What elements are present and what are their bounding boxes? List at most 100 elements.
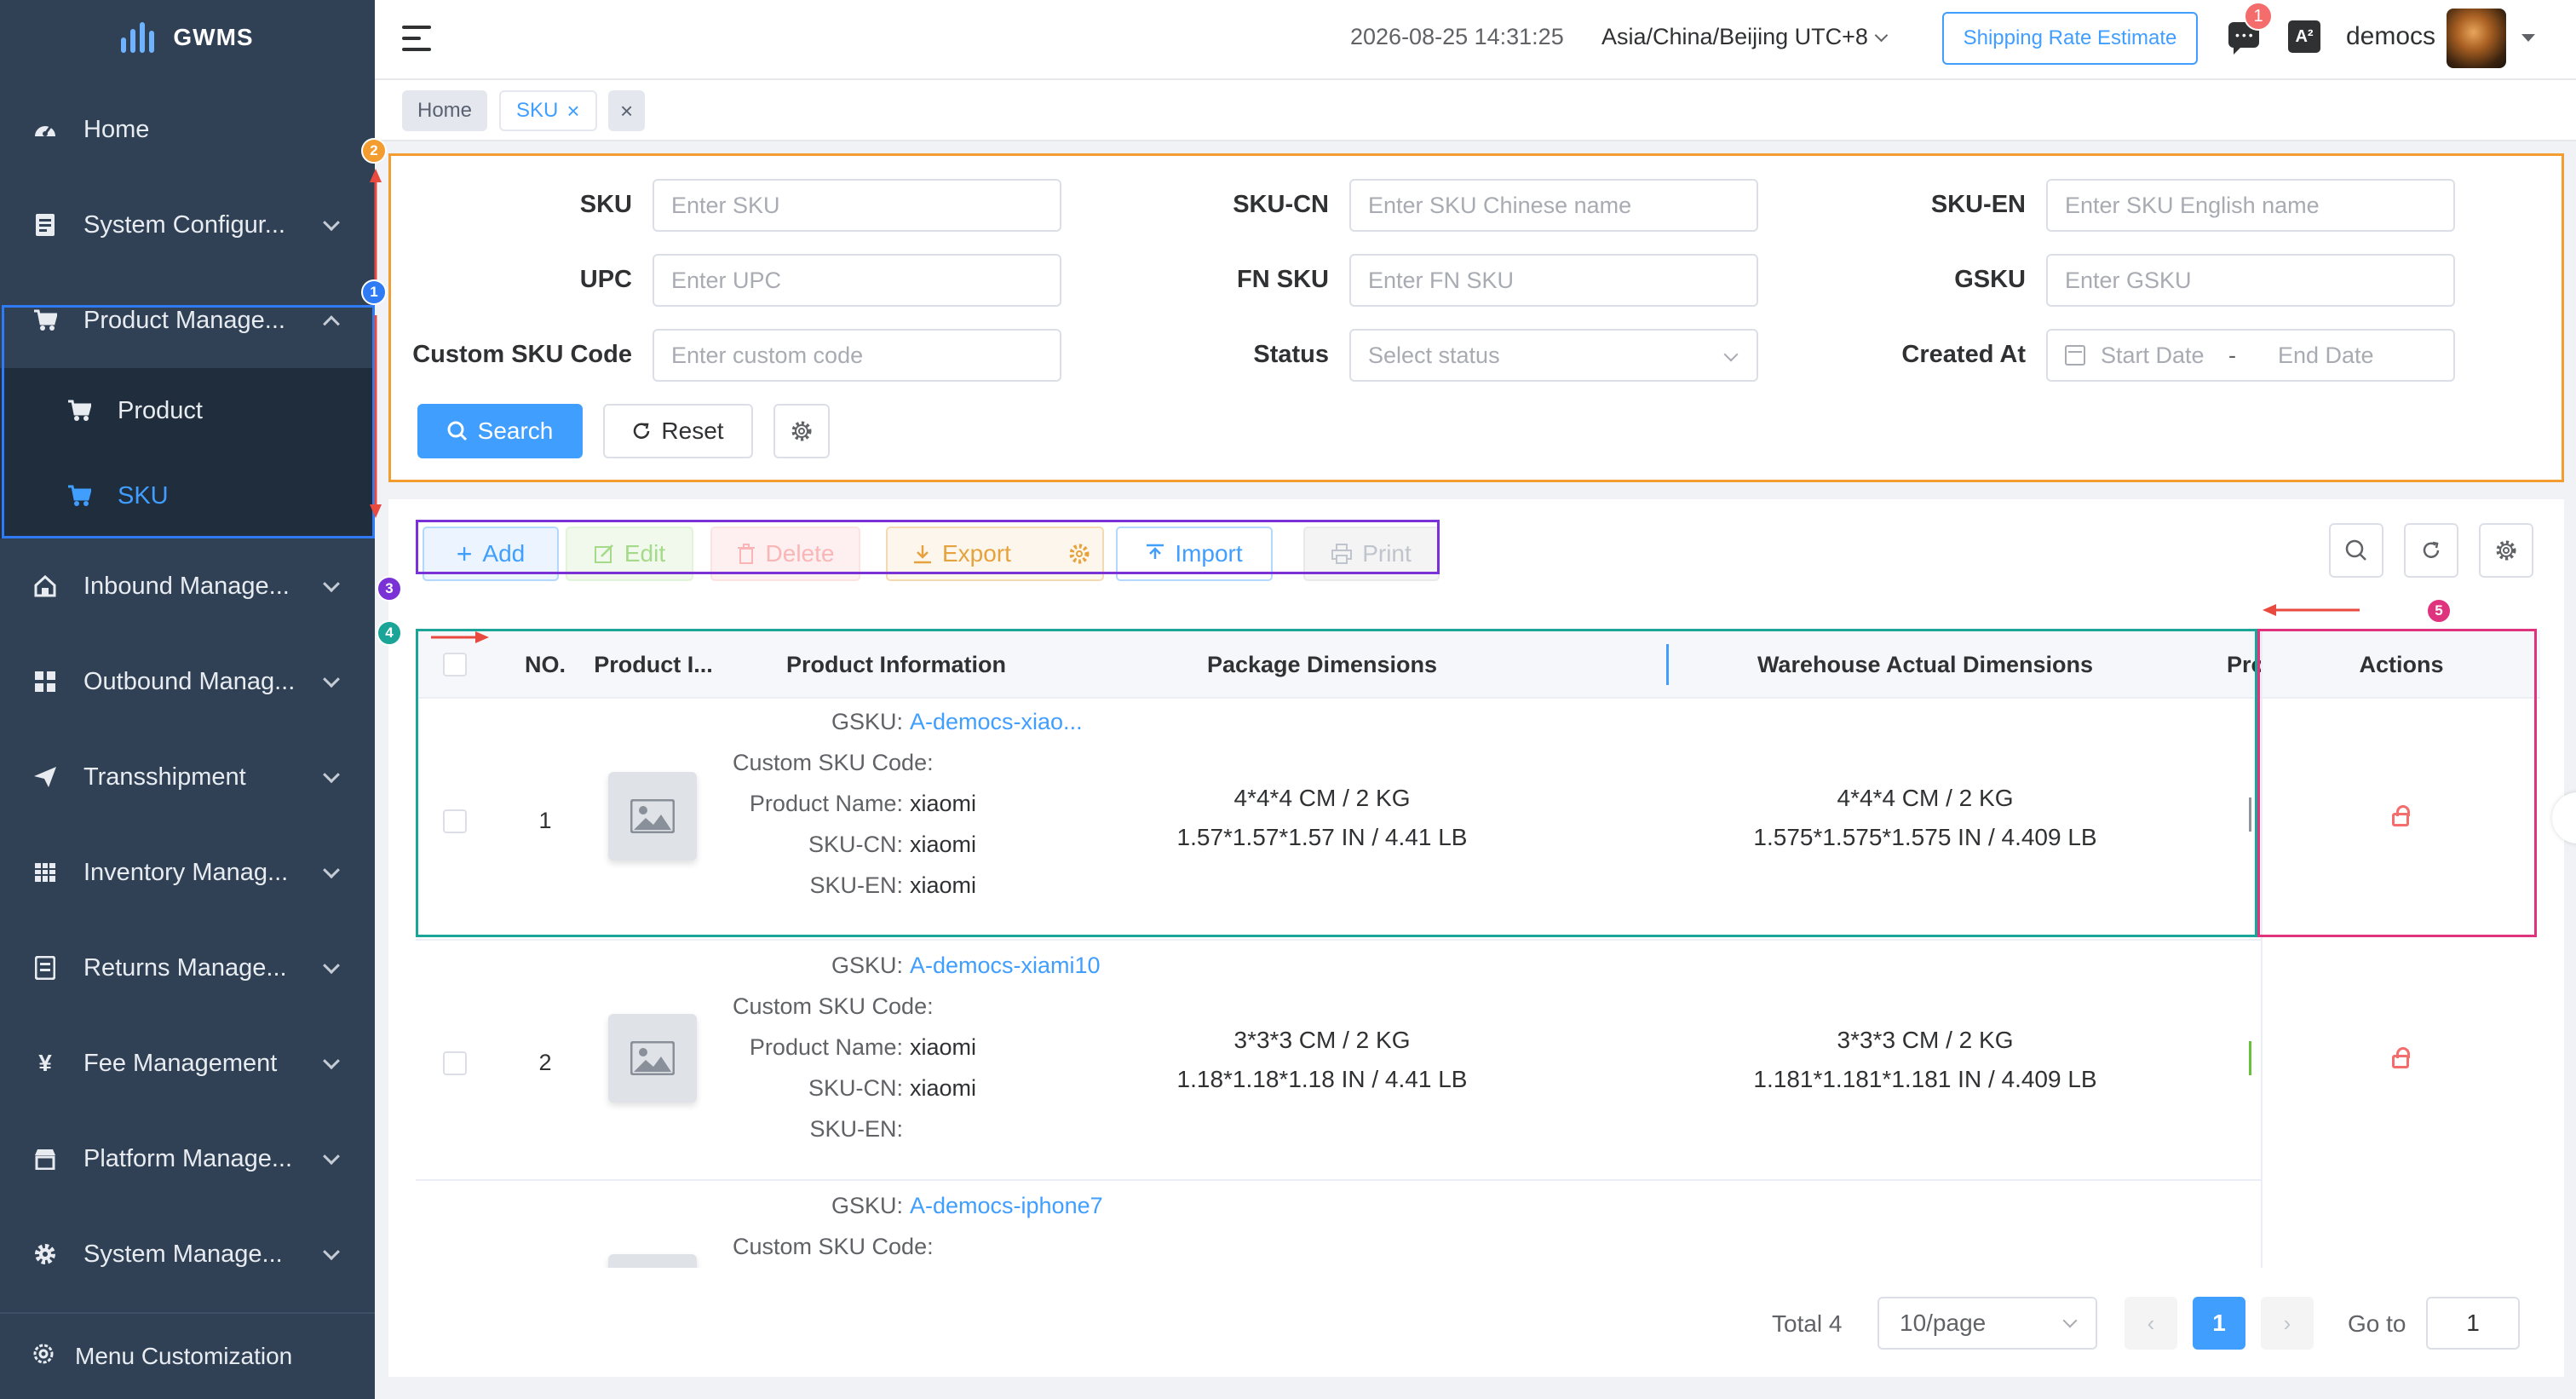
status-select[interactable]: Select status [1349,329,1758,382]
close-icon[interactable]: × [566,98,579,124]
menu-item-inbound[interactable]: Inbound Manage... [0,538,375,634]
goto-label: Go to [2348,1310,2406,1337]
caret-down-icon[interactable] [2521,34,2535,42]
pro-marker [2249,797,2251,832]
end-date[interactable]: End Date [2278,343,2374,369]
submenu-item-sku[interactable]: SKU [0,453,375,538]
gsku-link[interactable]: A-democs-xiao... [910,709,1083,734]
menu-item-outbound[interactable]: Outbound Manag... [0,634,375,729]
search-settings-button[interactable] [773,404,830,458]
menu-item-product-management[interactable]: Product Manage... [0,273,375,368]
menu-customization[interactable]: Menu Customization [0,1312,375,1399]
menu-label: Platform Manage... [83,1144,292,1172]
image-placeholder-icon[interactable] [608,1254,697,1268]
sku-en-text[interactable] [2065,192,2453,219]
page-1-button[interactable]: 1 [2193,1297,2245,1350]
gsku-link[interactable]: A-democs-xiami10 [910,953,1101,978]
sku-cn-input[interactable] [1349,179,1758,232]
tag-close-others[interactable]: × [608,90,646,131]
next-page-button[interactable]: › [2261,1297,2314,1350]
message-badge: 1 [2244,2,2273,31]
avatar[interactable] [2447,9,2506,68]
menu-item-home[interactable]: Home [0,82,375,177]
annotation-marker: 3 [377,576,402,602]
field-label-upc: UPC [579,266,632,293]
table-row[interactable]: 2 GSKU: A-democs-xiami10 Custom SKU Code:… [416,941,2540,1181]
menu-item-system-configuration[interactable]: System Configur... [0,177,375,273]
key-gsku: GSKU: [831,1193,903,1218]
sku-cn-text[interactable] [1368,192,1757,219]
page-size-select[interactable]: 10/page [1877,1297,2097,1350]
table-row[interactable]: 1 GSKU: A-democs-xiao... Custom SKU Code:… [416,699,2540,941]
image-placeholder-icon[interactable] [608,1014,697,1103]
edit-button[interactable]: Edit [566,527,693,581]
gsku-link[interactable]: A-democs-iphone7 [910,1193,1103,1218]
custom-sku-input[interactable] [653,329,1061,382]
row-checkbox[interactable] [443,809,467,833]
table-refresh-button[interactable] [2404,523,2458,578]
print-label: Print [1362,540,1412,567]
menu-item-system-management[interactable]: System Manage... [0,1206,375,1302]
hamburger-icon[interactable] [402,26,431,51]
add-button[interactable]: + Add [423,527,559,581]
timezone-select[interactable]: Asia/China/Beijing UTC+8 [1601,24,1889,50]
timezone-label: Asia/China/Beijing UTC+8 [1601,24,1868,49]
warehouse-metric: 3*3*3 CM / 2 KG [1837,1027,2014,1053]
reset-button[interactable]: Reset [603,404,753,458]
warehouse-metric: 4*4*4 CM / 2 KG [1837,785,2014,811]
key-custom: Custom SKU Code: [733,993,934,1019]
delete-button[interactable]: Delete [710,527,860,581]
upc-text[interactable] [671,267,1060,294]
menu-item-transshipment[interactable]: Transshipment [0,729,375,825]
sku-text[interactable] [671,192,1060,219]
goto-page-input[interactable]: 1 [2426,1297,2520,1350]
menu-item-platform[interactable]: Platform Manage... [0,1111,375,1206]
start-date[interactable]: Start Date [2101,343,2228,369]
language-icon[interactable]: A² [2288,20,2320,53]
lock-icon[interactable] [2392,1047,2410,1068]
cart-icon [32,308,58,333]
column-resize-handle[interactable] [1666,644,1669,685]
fn-sku-text[interactable] [1368,267,1757,294]
submenu-item-product[interactable]: Product [0,368,375,453]
created-at-range[interactable]: Start Date - End Date [2046,329,2455,382]
lock-icon[interactable] [2392,805,2410,826]
menu-label: System Manage... [83,1240,283,1268]
export-button[interactable]: Export [886,527,1104,581]
product-submenu: Product SKU [0,368,375,538]
user-name[interactable]: democs [2346,22,2435,51]
menu-item-fee-management[interactable]: ¥ Fee Management [0,1016,375,1111]
sku-input[interactable] [653,179,1061,232]
import-button[interactable]: Import [1116,527,1273,581]
store-icon [32,1146,58,1172]
table-settings-button[interactable] [2479,523,2533,578]
page-size-label: 10/page [1900,1310,1987,1336]
image-placeholder-icon[interactable] [608,772,697,861]
custom-sku-text[interactable] [671,342,1060,369]
row-checkbox[interactable] [443,1051,467,1075]
field-label-fn-sku: FN SKU [1237,266,1329,293]
print-button[interactable]: Print [1303,527,1440,581]
sku-table-panel: + Add Edit Delete Export Import Print NO… [388,499,2564,1377]
chevron-down-icon [1723,347,1739,362]
menu-item-inventory[interactable]: Inventory Manag... [0,825,375,920]
tag-home[interactable]: Home [402,90,488,131]
table-row[interactable]: GSKU: A-democs-iphone7 Custom SKU Code: [416,1181,2540,1268]
prev-page-button[interactable]: ‹ [2125,1297,2177,1350]
fn-sku-input[interactable] [1349,254,1758,307]
app-logo[interactable]: GWMS [0,0,375,75]
shipping-rate-button[interactable]: Shipping Rate Estimate [1942,12,2198,65]
gsku-input[interactable] [2046,254,2455,307]
gear-icon[interactable] [1068,543,1090,565]
gsku-text[interactable] [2065,267,2453,294]
select-all-checkbox[interactable] [443,653,467,676]
upc-input[interactable] [653,254,1061,307]
trash-icon [737,544,755,564]
sku-en-input[interactable] [2046,179,2455,232]
col-actions: Actions [2261,630,2540,699]
col-no: NO. [524,651,566,677]
search-button[interactable]: Search [417,404,583,458]
menu-item-returns[interactable]: Returns Manage... [0,920,375,1016]
tag-sku[interactable]: SKU × [499,90,597,131]
table-search-toggle[interactable] [2329,523,2383,578]
